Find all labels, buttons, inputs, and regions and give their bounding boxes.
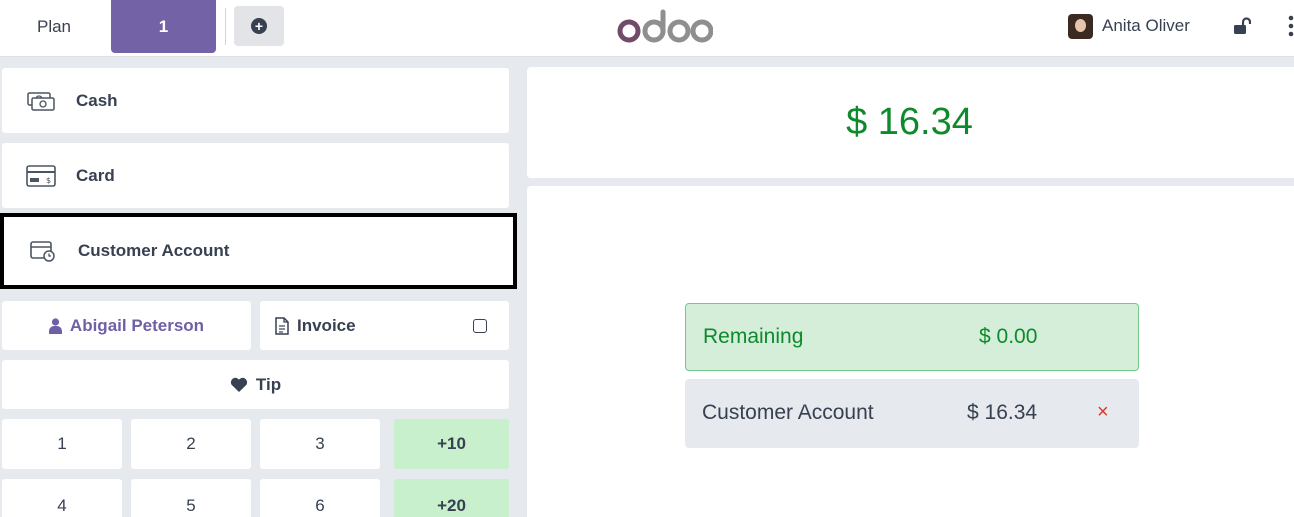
key-label: 5: [186, 496, 196, 515]
cash-icon: [27, 92, 55, 111]
key-label: 3: [315, 434, 325, 453]
remaining-label: Remaining: [703, 325, 804, 348]
invoice-checkbox[interactable]: [473, 319, 487, 333]
payment-line[interactable]: Customer Account $ 16.34 ×: [685, 379, 1139, 448]
avatar: [1068, 13, 1093, 39]
tip-button[interactable]: Tip: [2, 360, 509, 409]
total-panel: $ 16.34: [527, 67, 1294, 178]
key-label: 4: [57, 496, 67, 515]
user-icon: [48, 317, 62, 334]
delete-icon[interactable]: ×: [1097, 401, 1109, 424]
tip-label: Tip: [255, 374, 282, 394]
table-number: 1: [158, 16, 169, 36]
card-icon: $: [26, 165, 56, 187]
heart-icon: [230, 377, 248, 392]
numpad-key-4[interactable]: 4: [2, 479, 122, 517]
payment-method-cash[interactable]: Cash: [2, 68, 509, 133]
odoo-logo: [617, 6, 713, 46]
numpad-key-2[interactable]: 2: [131, 419, 251, 469]
plan-label: Plan: [36, 16, 72, 36]
numpad-key-plus-10[interactable]: +10: [394, 419, 509, 469]
document-icon: [275, 316, 289, 335]
key-label: 1: [57, 434, 67, 453]
top-bar: Plan 1 + Anita Oliver: [0, 0, 1294, 57]
customer-button[interactable]: Abigail Peterson: [2, 301, 251, 350]
unlock-icon[interactable]: [1233, 17, 1251, 35]
invoice-label: Invoice: [297, 315, 356, 335]
add-order-button[interactable]: +: [234, 6, 284, 46]
numpad-key-3[interactable]: 3: [260, 419, 380, 469]
vertical-ellipsis-icon[interactable]: [1286, 15, 1294, 37]
wallet-clock-icon: [30, 241, 55, 262]
payment-line-amount: $ 16.34: [967, 401, 1038, 424]
key-label: 6: [315, 496, 325, 515]
payment-method-label: Card: [76, 165, 115, 185]
key-label: +10: [437, 434, 466, 453]
payment-line-label: Customer Account: [702, 401, 874, 424]
key-label: 2: [186, 434, 196, 453]
payment-method-card[interactable]: $ Card: [2, 143, 509, 208]
invoice-button[interactable]: Invoice: [260, 301, 509, 350]
plus-circle-icon: +: [251, 18, 267, 34]
customer-name: Abigail Peterson: [69, 315, 205, 335]
remaining-row: Remaining $ 0.00: [685, 303, 1139, 371]
plan-button[interactable]: Plan: [0, 0, 108, 53]
numpad-key-5[interactable]: 5: [131, 479, 251, 517]
numpad-key-1[interactable]: 1: [2, 419, 122, 469]
divider: [225, 8, 226, 45]
payment-method-customer-account[interactable]: Customer Account: [0, 213, 517, 289]
key-label: +20: [437, 496, 466, 515]
user-name: Anita Oliver: [1102, 16, 1190, 35]
table-tab[interactable]: 1: [111, 0, 216, 53]
user-menu[interactable]: Anita Oliver: [1068, 12, 1190, 40]
numpad-key-plus-20[interactable]: +20: [394, 479, 509, 517]
numpad-key-6[interactable]: 6: [260, 479, 380, 517]
svg-text:$: $: [46, 176, 51, 185]
total-amount: $ 16.34: [846, 101, 973, 143]
payment-method-label: Customer Account: [78, 241, 230, 260]
payment-method-label: Cash: [76, 90, 118, 110]
remaining-value: $ 0.00: [979, 325, 1038, 348]
